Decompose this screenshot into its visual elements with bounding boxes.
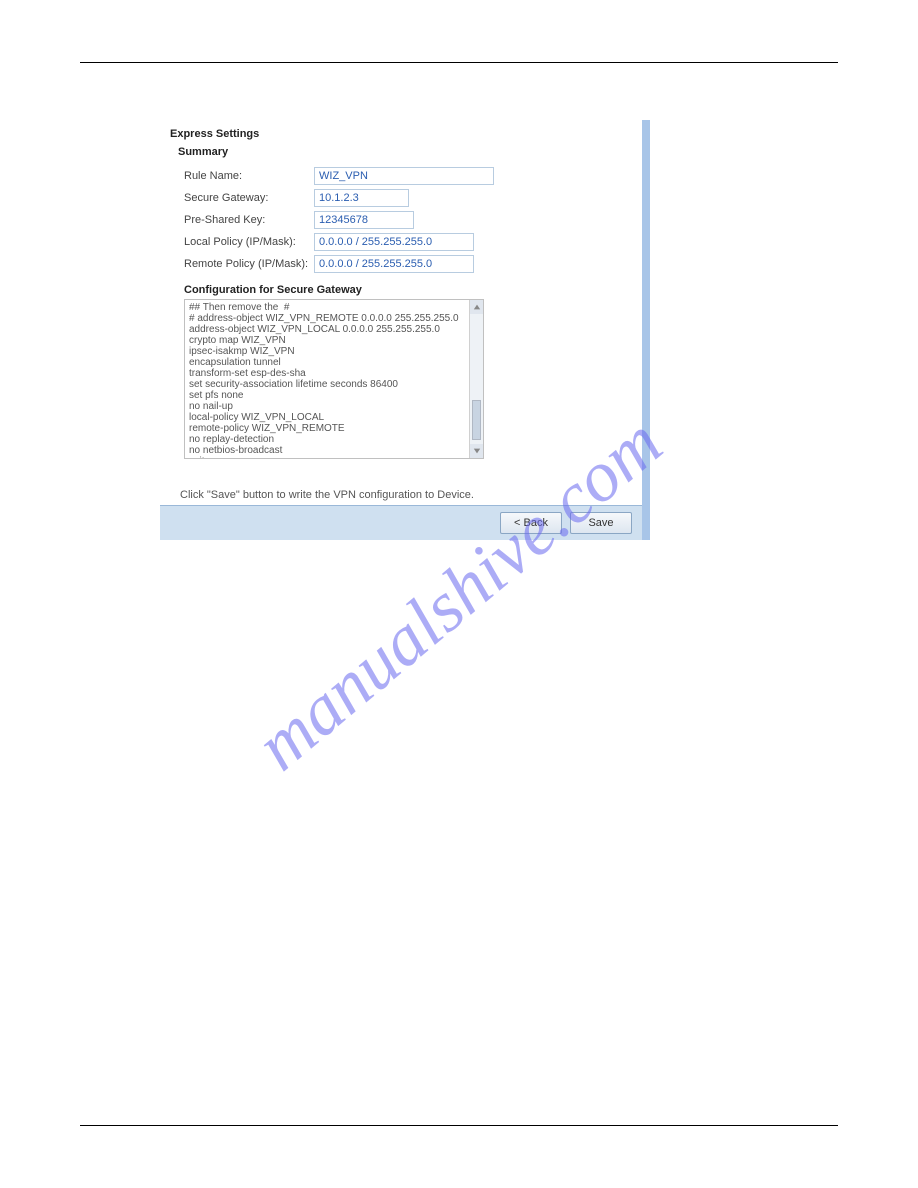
label-local-policy: Local Policy (IP/Mask):	[184, 236, 314, 248]
label-rule-name: Rule Name:	[184, 170, 314, 182]
hint-text: Click "Save" button to write the VPN con…	[170, 489, 632, 501]
vpn-wizard-dialog: Express Settings Summary Rule Name: Secu…	[160, 120, 650, 540]
page-rule-bottom	[80, 1125, 838, 1126]
page-rule-top	[80, 62, 838, 63]
row-preshared-key: Pre-Shared Key:	[184, 210, 632, 230]
row-secure-gateway: Secure Gateway:	[184, 188, 632, 208]
section-title: Express Settings	[170, 128, 632, 140]
dialog-footer: < Back Save	[160, 505, 642, 540]
save-button[interactable]: Save	[570, 512, 632, 534]
row-remote-policy: Remote Policy (IP/Mask):	[184, 254, 632, 274]
row-local-policy: Local Policy (IP/Mask):	[184, 232, 632, 252]
input-secure-gateway[interactable]	[314, 189, 409, 207]
row-rule-name: Rule Name:	[184, 166, 632, 186]
scroll-down-arrow-icon[interactable]	[470, 444, 483, 458]
config-textarea[interactable]: ## Then remove the # # address-object WI…	[185, 300, 469, 458]
input-rule-name[interactable]	[314, 167, 494, 185]
input-remote-policy[interactable]	[314, 255, 474, 273]
label-preshared-key: Pre-Shared Key:	[184, 214, 314, 226]
back-button[interactable]: < Back	[500, 512, 562, 534]
dialog-body: Express Settings Summary Rule Name: Secu…	[160, 120, 642, 505]
config-title: Configuration for Secure Gateway	[184, 284, 632, 296]
scroll-thumb[interactable]	[472, 400, 481, 440]
scroll-up-arrow-icon[interactable]	[470, 300, 483, 314]
input-local-policy[interactable]	[314, 233, 474, 251]
scrollbar[interactable]	[469, 300, 483, 458]
label-remote-policy: Remote Policy (IP/Mask):	[184, 258, 314, 270]
summary-title: Summary	[178, 146, 632, 158]
input-preshared-key[interactable]	[314, 211, 414, 229]
config-textarea-container: ## Then remove the # # address-object WI…	[184, 299, 484, 459]
label-secure-gateway: Secure Gateway:	[184, 192, 314, 204]
